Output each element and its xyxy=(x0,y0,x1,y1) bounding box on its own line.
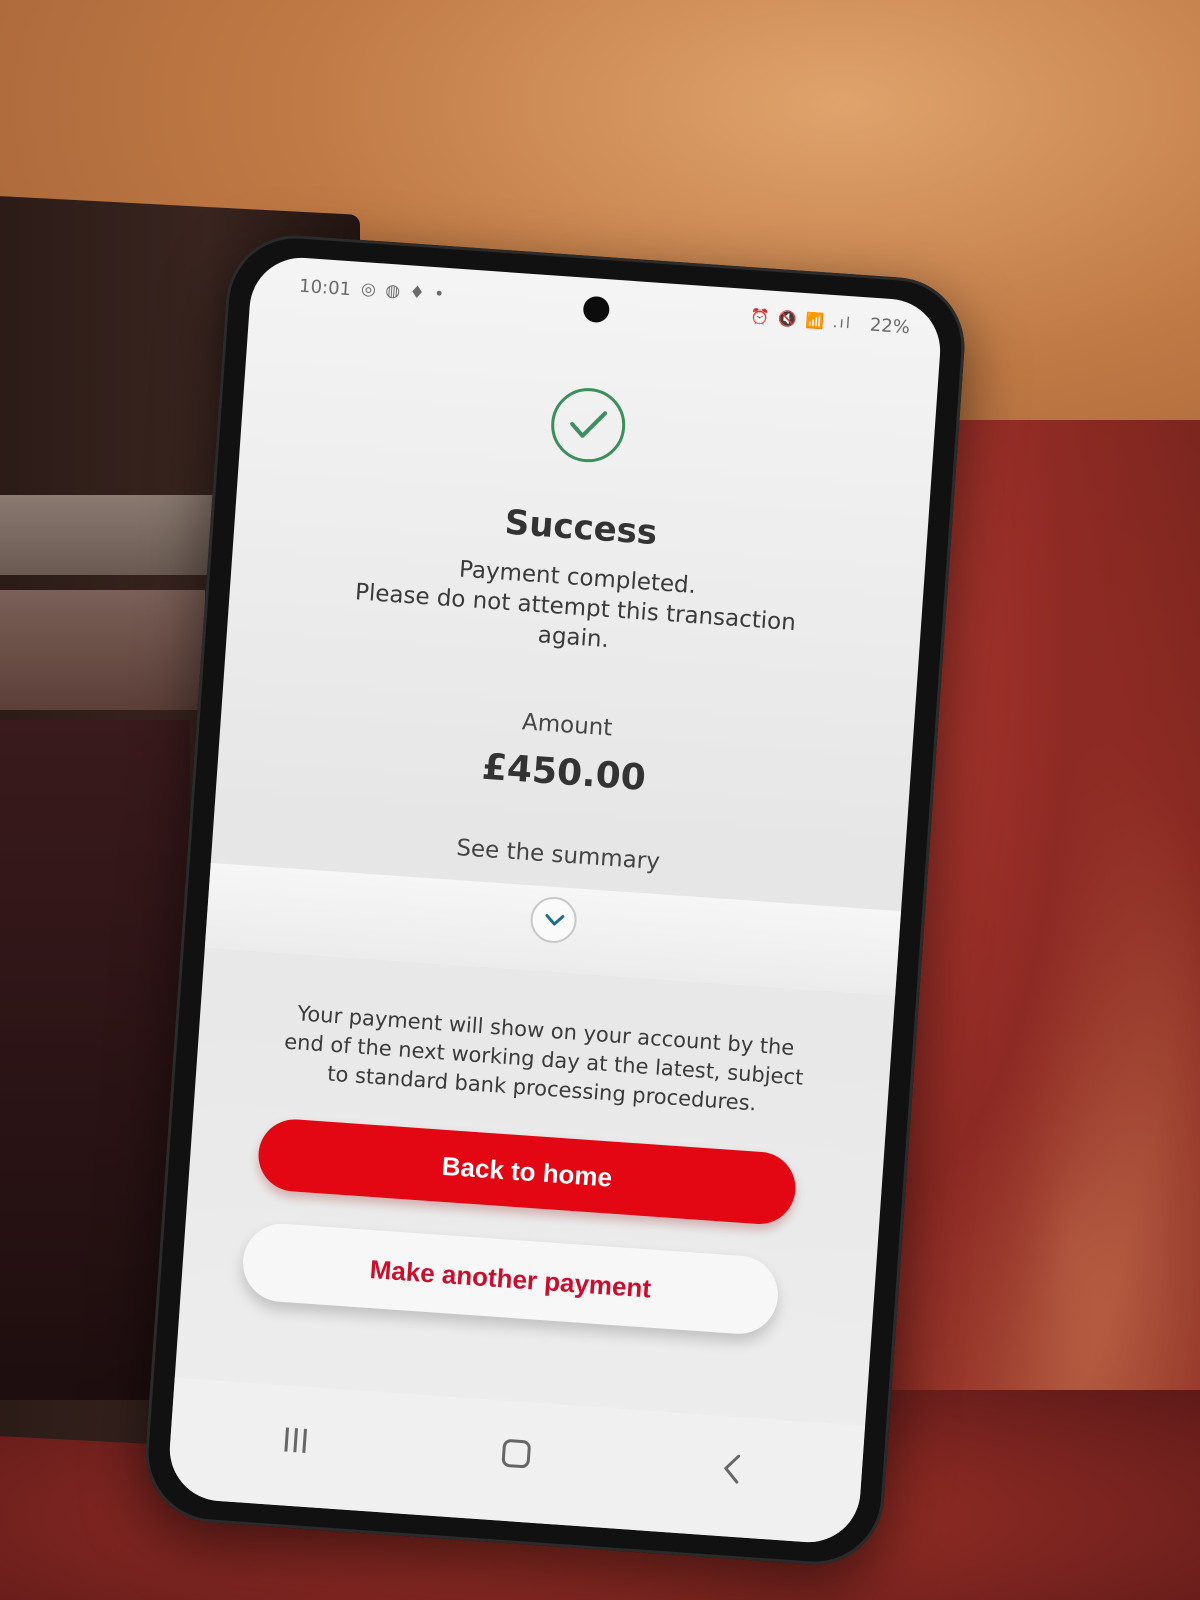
battery-level: 22% xyxy=(869,314,911,339)
notification-icons: ◎ ◍ ♦ • xyxy=(360,279,447,305)
phone-device: 10:01 ◎ ◍ ♦ • ⏰ 🔇 📶 .ıl 22% Success Paym… xyxy=(140,230,970,1570)
status-time: 10:01 xyxy=(298,275,352,301)
system-status-icons: ⏰ 🔇 📶 .ıl xyxy=(750,307,853,333)
front-camera xyxy=(582,295,611,324)
make-another-payment-button[interactable]: Make another payment xyxy=(240,1221,781,1337)
check-circle-icon xyxy=(548,385,628,465)
wallet-card-slot xyxy=(0,590,205,710)
phone-screen: 10:01 ◎ ◍ ♦ • ⏰ 🔇 📶 .ıl 22% Success Paym… xyxy=(166,254,944,1546)
wallet-card-slot xyxy=(0,495,215,575)
back-icon[interactable] xyxy=(721,1452,743,1485)
back-to-home-button[interactable]: Back to home xyxy=(256,1117,798,1227)
expand-summary-button[interactable] xyxy=(529,895,579,945)
home-icon[interactable] xyxy=(501,1438,532,1469)
processing-info: Your payment will show on your account b… xyxy=(236,995,853,1124)
chevron-down-icon xyxy=(545,913,565,926)
recent-apps-icon[interactable] xyxy=(280,1425,312,1455)
